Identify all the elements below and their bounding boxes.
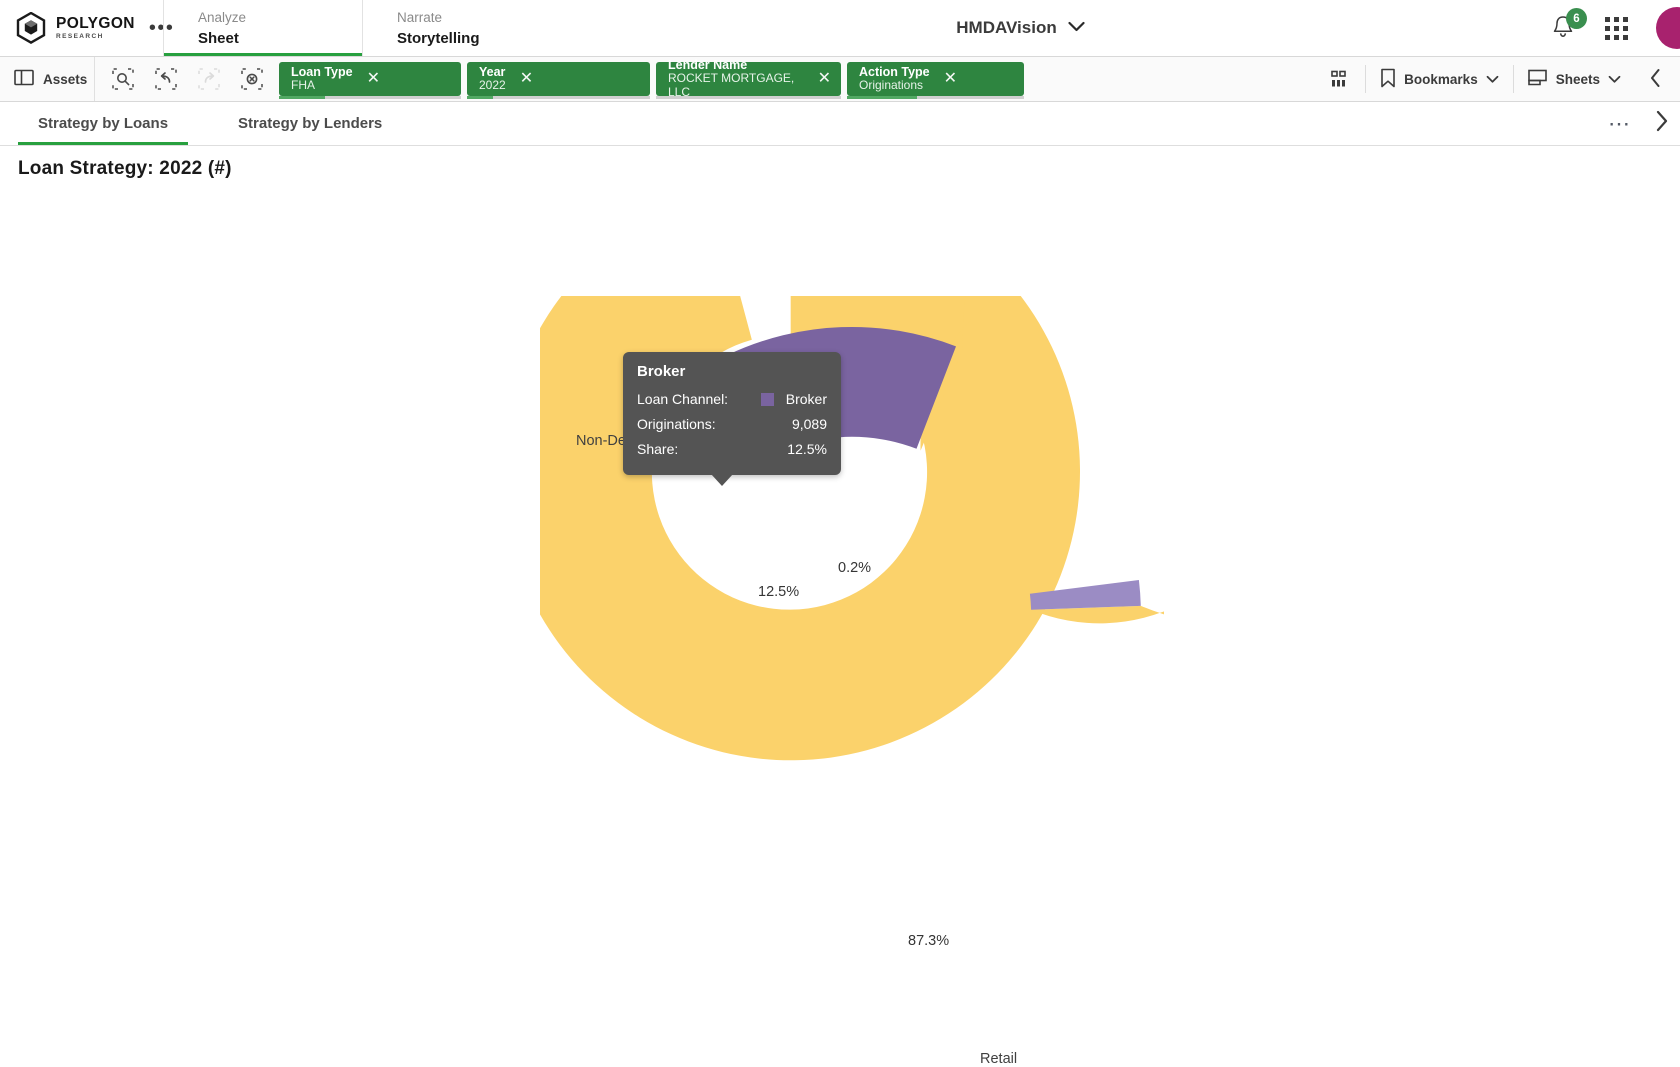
- chevron-left-icon: [1649, 68, 1662, 91]
- sheets-button[interactable]: Sheets: [1514, 57, 1635, 101]
- tooltip-value: Broker: [785, 391, 827, 407]
- clear-all-selections-icon[interactable]: [230, 57, 273, 101]
- tab-label: Strategy by Lenders: [238, 115, 383, 132]
- collapse-panel-button[interactable]: [1635, 57, 1680, 101]
- close-icon[interactable]: ✕: [818, 70, 831, 87]
- top-navigation-bar: POLYGON RESEARCH ••• Analyze Sheet Narra…: [0, 0, 1680, 57]
- selection-tools: [95, 57, 279, 101]
- nav-narrate-label: Narrate: [397, 10, 443, 25]
- sheet-tab-bar-actions: ⋯: [1608, 109, 1680, 138]
- assets-button[interactable]: Assets: [0, 57, 95, 101]
- chip-title: Lender Name: [668, 58, 748, 73]
- nav-analyze-label: Analyze: [198, 10, 247, 25]
- tooltip-value: 12.5%: [787, 441, 827, 457]
- sheets-label: Sheets: [1555, 71, 1600, 87]
- page-title: Loan Strategy: 2022 (#): [18, 158, 232, 179]
- tooltip-key: Loan Channel:: [637, 391, 729, 407]
- bookmark-icon: [1380, 68, 1396, 91]
- apps-grid-icon[interactable]: [1605, 16, 1628, 40]
- selection-chips: Loan Type FHA ✕ Year 2022 ✕ Lender Name …: [279, 57, 1024, 102]
- chip-value: Originations: [859, 77, 924, 92]
- sheets-icon: [1527, 69, 1548, 89]
- app-title: HMDAVision: [956, 18, 1057, 37]
- panel-layout-icon: [14, 69, 34, 89]
- step-back-icon[interactable]: [144, 57, 187, 101]
- brand-name: POLYGON: [56, 15, 135, 32]
- chart-tooltip: Broker Loan Channel: Broker Originations…: [623, 352, 841, 486]
- tooltip-value: 9,089: [791, 416, 827, 432]
- brand-wordmark: POLYGON RESEARCH: [56, 16, 135, 40]
- user-avatar[interactable]: [1656, 7, 1680, 49]
- bookmarks-button[interactable]: Bookmarks: [1366, 57, 1513, 101]
- color-swatch-icon: [760, 393, 774, 406]
- chevron-right-icon[interactable]: [1654, 109, 1670, 138]
- selection-bar-right: Bookmarks Sheets: [1315, 57, 1680, 101]
- selection-chip-action-type[interactable]: Action Type Originations ✕: [847, 61, 1024, 99]
- tooltip-pointer: [711, 474, 733, 486]
- chevron-down-icon: [1486, 72, 1499, 87]
- step-forward-icon: [187, 57, 230, 101]
- chevron-down-icon: [1608, 72, 1621, 87]
- chip-title: Action Type: [859, 64, 930, 79]
- selection-chip-year[interactable]: Year 2022 ✕: [467, 61, 650, 99]
- nav-storytelling-label: Storytelling: [397, 30, 480, 47]
- notification-count-badge: 6: [1566, 8, 1587, 29]
- tab-strategy-by-lenders[interactable]: Strategy by Lenders: [218, 102, 402, 145]
- tooltip-row-originations: Originations: 9,089: [637, 412, 827, 437]
- ellipsis-horizontal-icon[interactable]: ⋯: [1608, 112, 1632, 135]
- close-icon[interactable]: ✕: [367, 70, 380, 87]
- app-title-area[interactable]: HMDAVision: [561, 0, 1680, 56]
- top-right-actions: 6: [1551, 0, 1680, 56]
- selection-chip-lender-name[interactable]: Lender Name ROCKET MORTGAGE, LLC ✕: [656, 58, 841, 99]
- tooltip-key: Share:: [637, 441, 679, 457]
- tooltip-row-loan-channel: Loan Channel: Broker: [637, 387, 827, 412]
- selection-search-icon[interactable]: [101, 57, 144, 101]
- chip-value: FHA: [291, 77, 315, 92]
- tooltip-title: Broker: [637, 363, 686, 380]
- nav-sheet-label: Sheet: [198, 30, 239, 47]
- assets-label: Assets: [43, 71, 88, 87]
- notifications-button[interactable]: 6: [1551, 8, 1587, 42]
- selection-chip-loan-type[interactable]: Loan Type FHA ✕: [279, 61, 461, 99]
- chevron-down-icon[interactable]: [1068, 19, 1085, 37]
- close-icon[interactable]: ✕: [944, 70, 957, 87]
- tab-label: Strategy by Loans: [38, 115, 169, 132]
- tab-strategy-by-loans[interactable]: Strategy by Loans: [18, 102, 189, 145]
- slice-value-broker: 12.5%: [758, 584, 800, 600]
- slice-value-non-delegated-correspondent: 0.2%: [838, 560, 872, 576]
- slice-label-retail: Retail: [980, 1051, 1018, 1067]
- selection-toolbar: Assets Loan Type FHA ✕ Year 2022 ✕ Lende…: [0, 57, 1680, 102]
- tooltip-key: Originations:: [637, 416, 716, 432]
- sheet-content: Loan Strategy: 2022 (#) Loan Channel Non…: [0, 49, 1680, 1067]
- chip-title: Loan Type: [291, 64, 353, 79]
- chip-title: Year: [479, 64, 506, 79]
- brand-subname: RESEARCH: [56, 32, 104, 40]
- brand-area: POLYGON RESEARCH •••: [0, 0, 173, 56]
- bookmarks-label: Bookmarks: [1404, 71, 1478, 87]
- close-icon[interactable]: ✕: [520, 70, 533, 87]
- polygon-hexagon-logo: [16, 11, 46, 44]
- tooltip-row-share: Share: 12.5%: [637, 437, 827, 462]
- nav-analyze-sheet[interactable]: Analyze Sheet: [163, 0, 362, 56]
- sheet-tab-bar: Strategy by Loans Strategy by Lenders ⋯: [0, 102, 1680, 146]
- nav-narrate-storytelling[interactable]: Narrate Storytelling: [362, 0, 561, 56]
- slice-value-retail: 87.3%: [908, 933, 950, 949]
- chip-value: 2022: [479, 77, 506, 92]
- chart-bars-icon[interactable]: [1315, 57, 1365, 101]
